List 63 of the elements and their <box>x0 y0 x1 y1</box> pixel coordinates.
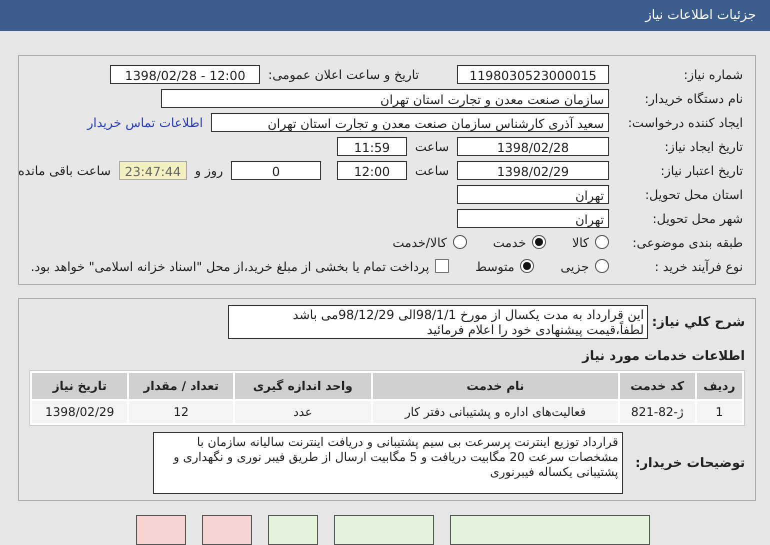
option-label: جزیی <box>560 258 589 274</box>
radio-button[interactable] <box>520 259 534 273</box>
field-label: نوع فرآیند خرید : <box>654 258 743 274</box>
field-value: 12:00 <box>336 160 407 180</box>
button[interactable] <box>450 515 650 545</box>
field-value: 0 <box>230 160 321 180</box>
table-cell: عدد <box>234 401 371 423</box>
notes-box: قرارداد توزیع اینترنت پرسرعت بی سیم پشتیبانی و دریافت اینترنت سالیانه سازمان با مشخصات سرعت 20 مگابیت دریافت و 5 مگابیت ارسال از طریق فیبر نوری و نگهداری و پشتیبانی یکساله فیبرنوری <box>153 432 624 494</box>
countdown: 23:47:44 <box>118 160 187 180</box>
field-label: ساعت باقی مانده <box>18 162 111 178</box>
field-value: 1398/02/28 - 12:00 <box>110 64 260 84</box>
field-label: شماره نیاز: <box>682 66 743 82</box>
field-label: ساعت <box>414 162 449 178</box>
field-value: 1198030523000015 <box>457 64 609 84</box>
button[interactable] <box>136 515 186 545</box>
field-label: ایجاد کننده درخواست: <box>626 114 743 130</box>
table-cell: 12 <box>129 401 233 423</box>
field-value: سعید آذری کارشناس سازمان صنعت معدن و تجارت استان تهران <box>211 112 609 132</box>
column-header: واحد اندازه گیری <box>234 373 371 399</box>
field-label: ساعت <box>414 138 449 154</box>
button[interactable] <box>268 515 318 545</box>
radio-button[interactable] <box>595 259 609 273</box>
radio-button[interactable] <box>595 235 609 249</box>
option-label: متوسط <box>475 258 514 274</box>
field-label: تاریخ ایجاد نیاز: <box>663 138 743 154</box>
field-label: نام دستگاه خریدار: <box>644 90 743 106</box>
checkbox-label: پرداخت تمام یا بخشی از مبلغ خرید،از محل "اسناد خزانه اسلامی" خواهد بود. <box>30 258 430 274</box>
section-title: اطلاعات خدمات مورد نیاز <box>580 349 745 364</box>
option-label: کالا <box>572 234 589 250</box>
table-cell: فعالیت‌های اداره و پشتیبانی دفتر کار <box>372 401 618 423</box>
option-label: کالا/خدمت <box>392 234 447 250</box>
field-label: روز و <box>194 162 223 178</box>
table-cell: 1398/02/29 <box>32 401 128 423</box>
field-label: تاریخ اعتبار نیاز: <box>660 162 743 178</box>
table-cell: ژ-82-821 <box>620 401 695 423</box>
field-value: تهران <box>457 208 609 228</box>
column-header: ردیف <box>696 373 742 399</box>
page-title: جزئیات اطلاعات نیاز <box>645 8 756 23</box>
description-line: لطفاً،قیمت پیشنهادی خود را اعلام فرمائید <box>426 322 644 337</box>
field-value: 1398/02/29 <box>457 160 609 180</box>
option-label: خدمت <box>492 234 526 250</box>
field-label: شهر محل تحویل: <box>652 210 743 226</box>
column-header: تاریخ نیاز <box>32 373 128 399</box>
column-header: کد خدمت <box>620 373 695 399</box>
field-label: طبقه بندی موضوعی: <box>631 234 743 250</box>
field-label: تاریخ و ساعت اعلان عمومی: <box>268 66 419 82</box>
checkbox[interactable] <box>435 259 450 273</box>
notes-label: توضیحات خریدار: <box>635 456 745 470</box>
field-value: تهران <box>457 184 609 204</box>
field-value: 1398/02/28 <box>457 136 609 156</box>
description-line: این قرارداد به مدت یکسال از مورخ 98/1/1الی 98/12/29می باشد <box>292 307 644 322</box>
radio-button[interactable] <box>452 235 467 249</box>
field-value: سازمان صنعت معدن و تجارت استان تهران <box>161 88 609 108</box>
field-label: استان محل تحویل: <box>644 186 743 202</box>
radio-button[interactable] <box>532 235 546 249</box>
button[interactable] <box>202 515 252 545</box>
column-header: نام خدمت <box>372 373 618 399</box>
field-value: 11:59 <box>336 136 407 156</box>
table-cell: 1 <box>696 401 742 423</box>
button[interactable] <box>334 515 434 545</box>
column-header: تعداد / مقدار <box>129 373 233 399</box>
description-label: شرح کلي نياز: <box>652 314 745 330</box>
contact-link[interactable]: اطلاعات تماس خریدار <box>87 114 203 130</box>
